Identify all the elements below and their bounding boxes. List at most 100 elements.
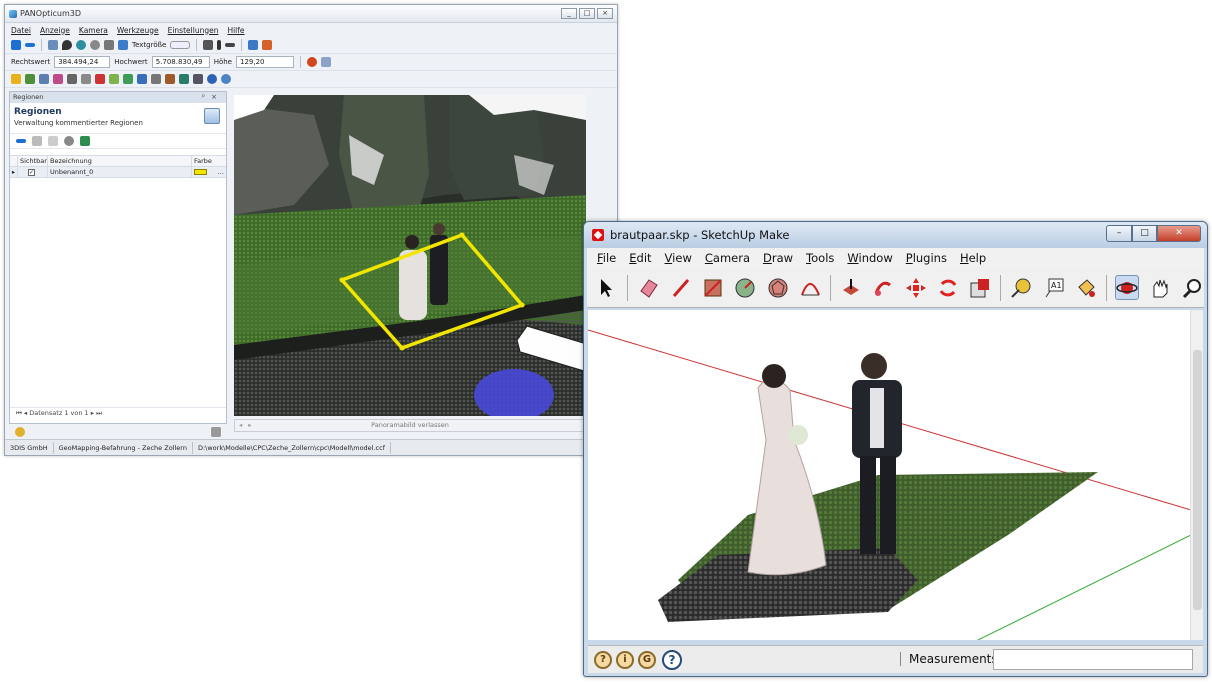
menu-datei[interactable]: Datei [11, 26, 31, 35]
push-pull-icon[interactable] [839, 275, 863, 300]
rechtswert-field[interactable]: 384.494,24 [54, 56, 111, 68]
maximize-button[interactable]: □ [579, 8, 595, 19]
sphere-icon[interactable] [207, 74, 217, 84]
shield-icon[interactable] [262, 40, 273, 50]
column-bezeichnung[interactable]: Bezeichnung [48, 156, 192, 166]
column-sichtbar[interactable]: Sichtbar [18, 156, 48, 166]
menu-view[interactable]: View [665, 251, 692, 265]
hoehe-field[interactable]: 129,20 [235, 56, 294, 68]
geolocation-icon[interactable]: ? [594, 650, 612, 669]
layers-icon[interactable] [104, 40, 114, 50]
view-region-icon[interactable] [64, 136, 74, 146]
edit-region-icon[interactable] [32, 136, 42, 146]
pencil-icon[interactable] [669, 275, 693, 300]
record-icon[interactable] [306, 57, 317, 67]
mesh-icon[interactable] [179, 74, 189, 84]
rectangle-icon[interactable] [701, 275, 725, 300]
square-icon[interactable] [123, 74, 133, 84]
pager-next-icon[interactable]: ▸ ⏭ [91, 409, 102, 417]
polyline-icon[interactable] [67, 74, 77, 84]
warning-icon[interactable] [95, 74, 105, 84]
pager-first-icon[interactable]: ⏮ ◂ [16, 409, 27, 417]
circle-icon[interactable] [733, 275, 757, 300]
color-swatch[interactable] [194, 169, 207, 175]
orbit-icon[interactable] [1115, 275, 1140, 300]
crosshair-icon[interactable] [248, 40, 259, 50]
grid-icon[interactable] [48, 40, 58, 50]
close-button[interactable]: ✕ [1157, 225, 1201, 242]
hochwert-field[interactable]: 5.708.830,49 [151, 56, 210, 68]
rotate-icon[interactable] [936, 275, 960, 300]
copy-icon[interactable] [118, 40, 128, 50]
menu-file[interactable]: File [597, 251, 616, 265]
export-icon[interactable] [80, 136, 90, 146]
light-icon[interactable] [15, 427, 25, 437]
scale-icon[interactable] [968, 275, 992, 300]
region-name-cell[interactable]: Unbenannt_0 [48, 167, 192, 177]
disk-icon[interactable] [151, 74, 161, 84]
visible-checkbox[interactable]: ✓ [28, 169, 35, 176]
minimize-button[interactable]: – [1106, 225, 1132, 242]
eye-icon[interactable] [90, 40, 100, 50]
marker-icon[interactable] [217, 40, 222, 50]
star-icon[interactable] [11, 74, 21, 84]
paint-bucket-icon[interactable] [1074, 275, 1098, 300]
maximize-button[interactable]: □ [1132, 225, 1157, 242]
move-icon[interactable] [903, 275, 927, 300]
exit-panorama-link[interactable]: Panoramabild verlassen [371, 421, 449, 429]
wrench-icon[interactable] [211, 427, 221, 437]
remove-icon[interactable] [25, 43, 35, 47]
measurements-input[interactable] [993, 649, 1193, 670]
line-icon[interactable] [225, 43, 236, 47]
menu-einstellungen[interactable]: Einstellungen [168, 26, 219, 35]
globe-icon[interactable] [76, 40, 86, 50]
color-cell[interactable]: … [192, 167, 226, 177]
close-button[interactable]: × [597, 8, 613, 19]
menu-kamera[interactable]: Kamera [79, 26, 108, 35]
zoom-icon[interactable] [1180, 275, 1204, 300]
select-icon[interactable] [595, 275, 619, 300]
menu-werkzeuge[interactable]: Werkzeuge [117, 26, 159, 35]
menu-draw[interactable]: Draw [763, 251, 793, 265]
menu-hilfe[interactable]: Hilfe [227, 26, 244, 35]
add-icon[interactable] [11, 40, 21, 50]
menu-anzeige[interactable]: Anzeige [40, 26, 70, 35]
color-picker-button[interactable]: … [218, 167, 225, 178]
panorama-nav-icons[interactable]: ◂▸ [239, 420, 258, 431]
tool-icon[interactable] [165, 74, 175, 84]
sketchup-3d-viewport[interactable] [588, 310, 1191, 640]
eraser-icon[interactable] [636, 275, 660, 300]
cube-icon[interactable] [137, 74, 147, 84]
branch-icon[interactable] [53, 74, 63, 84]
viewport-scrollbar[interactable] [1190, 310, 1203, 640]
pin-icon[interactable] [62, 40, 72, 50]
document-icon[interactable] [320, 57, 331, 67]
menu-tools[interactable]: Tools [806, 251, 834, 265]
tape-measure-icon[interactable] [1009, 275, 1033, 300]
column-farbe[interactable]: Farbe [192, 156, 226, 166]
minimize-button[interactable]: _ [561, 8, 577, 19]
refresh-icon[interactable] [221, 74, 231, 84]
follow-me-icon[interactable] [871, 275, 895, 300]
menu-window[interactable]: Window [847, 251, 892, 265]
instructor-help-icon[interactable]: ? [662, 649, 682, 670]
menu-help[interactable]: Help [960, 251, 986, 265]
delete-region-icon[interactable] [48, 136, 58, 146]
menu-camera[interactable]: Camera [705, 251, 750, 265]
menu-edit[interactable]: Edit [629, 251, 651, 265]
user-icon[interactable]: G [638, 650, 656, 669]
measure-icon[interactable] [203, 40, 214, 50]
credits-icon[interactable]: i [616, 650, 634, 669]
points-icon[interactable] [193, 74, 203, 84]
polygon-icon[interactable] [765, 275, 789, 300]
arc-icon[interactable] [798, 275, 822, 300]
table-row[interactable]: ▸ ✓ Unbenannt_0 … [10, 167, 226, 178]
tree-icon[interactable] [25, 74, 35, 84]
building-icon[interactable] [39, 74, 49, 84]
menu-plugins[interactable]: Plugins [906, 251, 947, 265]
text-icon[interactable]: A1 [1042, 275, 1066, 300]
add-region-icon[interactable] [16, 139, 26, 143]
plant-icon[interactable] [109, 74, 119, 84]
area-icon[interactable] [81, 74, 91, 84]
pan-icon[interactable] [1147, 275, 1171, 300]
